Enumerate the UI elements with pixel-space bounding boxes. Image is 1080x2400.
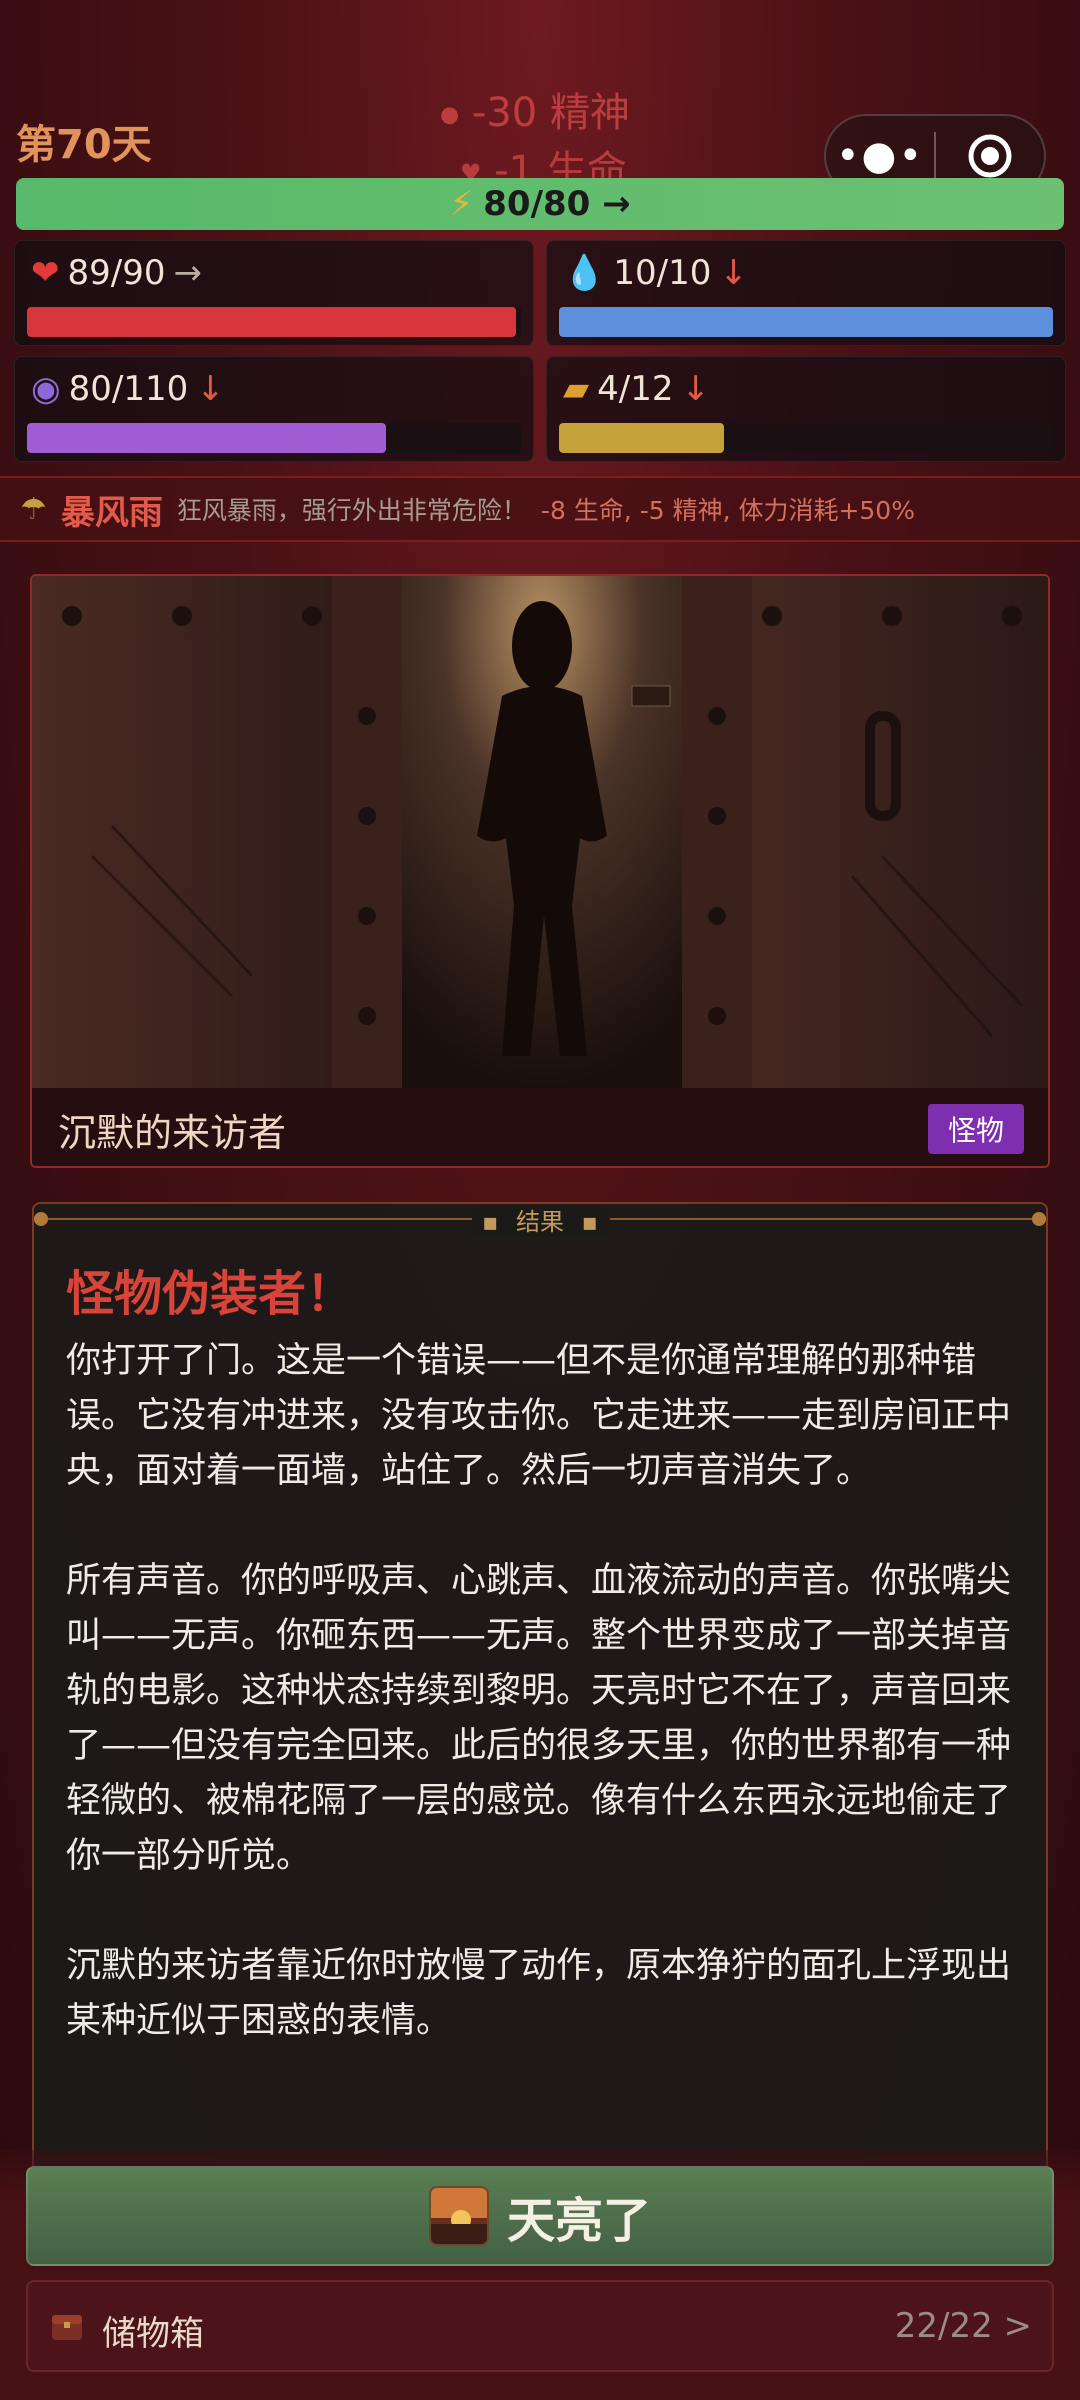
stamina-bar: ⚡ 80/80 →: [16, 178, 1064, 230]
stamina-value: 80/80 →: [483, 184, 631, 224]
health-trend: →: [173, 253, 202, 293]
event-card: 沉默的来访者 怪物: [30, 574, 1050, 1168]
heart-icon: ❤: [31, 253, 60, 293]
health-value: 89/90: [67, 253, 166, 293]
more-button[interactable]: •●•: [826, 133, 934, 179]
food-track: [559, 423, 1053, 453]
weather-banner: ☂ 暴风雨 狂风暴雨，强行外出非常危险！ -8 生命, -5 精神, 体力消耗+…: [0, 476, 1080, 542]
mind-trend: ↓: [196, 369, 225, 409]
food-fill: [559, 423, 724, 453]
sunrise-icon: [428, 2186, 489, 2246]
weather-name: 暴风雨: [60, 492, 163, 533]
mind-value: 80/110: [68, 369, 189, 409]
mind-track: [27, 423, 521, 453]
food-value: 4/12: [597, 369, 674, 409]
monster-tag: 怪物: [927, 1104, 1024, 1154]
top-bar: 第70天 ● -30 精神 ♥ -1 生命 •●•: [0, 0, 1080, 198]
food-trend: ↓: [681, 369, 711, 409]
storm-icon: ☂: [20, 491, 47, 527]
mind-fill: [27, 423, 387, 453]
health-track: [27, 307, 521, 337]
water-fill: [559, 307, 1053, 337]
health-fill: [27, 307, 516, 337]
target-icon: [968, 134, 1012, 178]
mind-orb-icon: ●: [440, 102, 460, 128]
result-text: 你打开了门。这是一个错误——但不是你通常理解的那种错误。它没有冲进来，没有攻击你…: [66, 1341, 1012, 2041]
dawn-button[interactable]: 天亮了: [26, 2166, 1054, 2266]
bread-icon: ▰: [563, 369, 590, 409]
water-track: [559, 307, 1053, 337]
stat-water: 💧 10/10 ↓: [546, 240, 1066, 346]
event-title: 沉默的来访者: [58, 1111, 287, 1155]
stat-health: ❤ 89/90 →: [14, 240, 534, 346]
close-button[interactable]: [936, 132, 1044, 180]
stat-food: ▰ 4/12 ↓: [546, 356, 1066, 462]
water-value: 10/10: [613, 253, 712, 293]
result-panel: ▪ 结果 ▪ 怪物伪装者！ 你打开了门。这是一个错误——但不是你通常理解的那种错…: [32, 1202, 1048, 2202]
weather-description: 狂风暴雨，强行外出非常危险！: [176, 496, 527, 525]
event-illustration: [32, 576, 1048, 1088]
chest-icon: [50, 2310, 84, 2348]
storage-box-row[interactable]: 储物箱 22/22 >: [26, 2280, 1054, 2372]
storage-count: 22/22 >: [894, 2306, 1032, 2346]
lightning-icon: ⚡: [449, 184, 474, 224]
day-counter: 第70天: [16, 122, 152, 168]
result-header: ▪ 结果 ▪: [34, 1204, 1046, 1237]
result-label: ▪ 结果 ▪: [34, 1204, 1046, 1237]
dawn-label: 天亮了: [506, 2193, 651, 2249]
storage-label: 储物箱: [102, 2314, 204, 2354]
weather-effect: -8 生命, -5 精神, 体力消耗+50%: [540, 496, 915, 525]
result-title: 怪物伪装者！: [66, 1266, 355, 1322]
mind-orb-icon: ◉: [31, 369, 61, 409]
event-footer: 沉默的来访者 怪物: [32, 1088, 1048, 1166]
water-drop-icon: 💧: [563, 253, 606, 293]
water-trend: ↓: [719, 253, 748, 293]
stat-mind: ◉ 80/110 ↓: [14, 356, 534, 462]
mind-change-popup: ● -30 精神: [440, 90, 630, 136]
